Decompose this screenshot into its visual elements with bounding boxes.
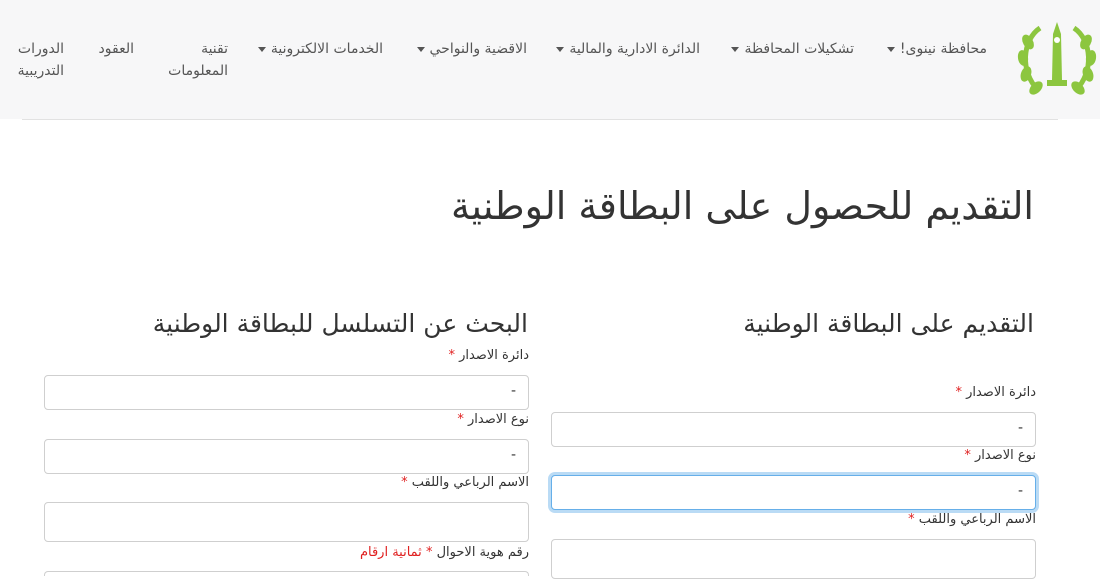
nav-item-label-line1: الدورات [17, 41, 64, 57]
nav-item-governorate-formations[interactable]: تشكيلات المحافظة [731, 38, 854, 60]
green-laurel-monument-logo[interactable] [1014, 16, 1100, 100]
search-civil-id-label: رقم هوية الاحوال * ثمانية ارقام [360, 545, 529, 560]
apply-issue-office-select[interactable]: - [551, 412, 1036, 447]
label-text: نوع الاصدار [974, 448, 1036, 463]
nav-item-admin-finance[interactable]: الدائرة الادارية والمالية [556, 38, 700, 60]
chevron-down-icon [556, 46, 565, 52]
chevron-down-icon [257, 46, 266, 52]
search-issue-office-select[interactable]: - [44, 375, 529, 410]
select-value: - [1017, 483, 1023, 499]
search-issue-office-label: دائرة الاصدار * [448, 348, 529, 363]
search-form-title: البحث عن التسلسل للبطاقة الوطنية [152, 309, 528, 338]
nav-item-label: تشكيلات المحافظة [744, 41, 854, 57]
nav-item-it[interactable]: تقنية المعلومات [168, 38, 228, 82]
navbar-divider [22, 119, 1058, 120]
required-mark: * [955, 385, 962, 400]
label-text: دائرة الاصدار [966, 385, 1036, 400]
label-text: الاسم الرباعي واللقب [411, 475, 529, 490]
search-issue-type-label: نوع الاصدار * [457, 412, 529, 427]
nav-item-label-line1: تقنية [201, 41, 228, 57]
required-mark: * [964, 448, 971, 463]
chevron-down-icon [886, 46, 895, 52]
nav-item-e-services[interactable]: الخدمات الالكترونية [257, 38, 383, 60]
nav-brand-label: محافظة نينوى! [899, 41, 987, 57]
apply-issue-office-label: دائرة الاصدار * [955, 385, 1036, 400]
chevron-down-icon [731, 46, 740, 52]
required-mark: * [448, 348, 455, 363]
select-value: - [510, 383, 516, 399]
label-text: الاسم الرباعي واللقب [918, 512, 1036, 527]
page-title: التقديم للحصول على البطاقة الوطنية [451, 184, 1034, 228]
nav-item-label: الاقضية والنواحي [429, 41, 527, 57]
required-mark: * [908, 512, 915, 527]
apply-full-name-label: الاسم الرباعي واللقب * [908, 512, 1036, 527]
top-navbar: محافظة نينوى! تشكيلات المحافظة الدائرة ا… [0, 0, 1100, 119]
nav-item-label: الدائرة الادارية والمالية [569, 41, 700, 57]
label-text: رقم هوية الاحوال [436, 545, 529, 560]
civil-id-hint: ثمانية ارقام [359, 545, 422, 560]
search-civil-id-input[interactable] [44, 571, 529, 576]
nav-item-label-line2: التدريبية [17, 63, 64, 79]
required-mark: * [425, 545, 433, 560]
required-mark: * [401, 475, 408, 490]
nav-item-label: العقود [98, 41, 134, 57]
nav-item-label-line2: المعلومات [168, 63, 228, 79]
apply-full-name-input[interactable] [551, 539, 1036, 579]
label-text: دائرة الاصدار [459, 348, 529, 363]
nav-item-contracts[interactable]: العقود [99, 38, 134, 60]
search-full-name-input[interactable] [44, 502, 529, 542]
apply-issue-type-select[interactable]: - [551, 475, 1036, 510]
nav-item-training[interactable]: الدورات التدريبية [18, 38, 64, 82]
apply-issue-type-label: نوع الاصدار * [964, 448, 1036, 463]
nav-item-label: الخدمات الالكترونية [270, 41, 383, 57]
nav-item-districts[interactable]: الاقضية والنواحي [416, 38, 527, 60]
label-text: نوع الاصدار [467, 412, 529, 427]
select-value: - [1017, 420, 1023, 436]
search-issue-type-select[interactable]: - [44, 439, 529, 474]
required-mark: * [457, 412, 464, 427]
apply-form-title: التقديم على البطاقة الوطنية [743, 309, 1034, 338]
select-value: - [510, 447, 516, 463]
search-full-name-label: الاسم الرباعي واللقب * [401, 475, 529, 490]
nav-brand-menu[interactable]: محافظة نينوى! [886, 38, 987, 60]
chevron-down-icon [416, 46, 425, 52]
